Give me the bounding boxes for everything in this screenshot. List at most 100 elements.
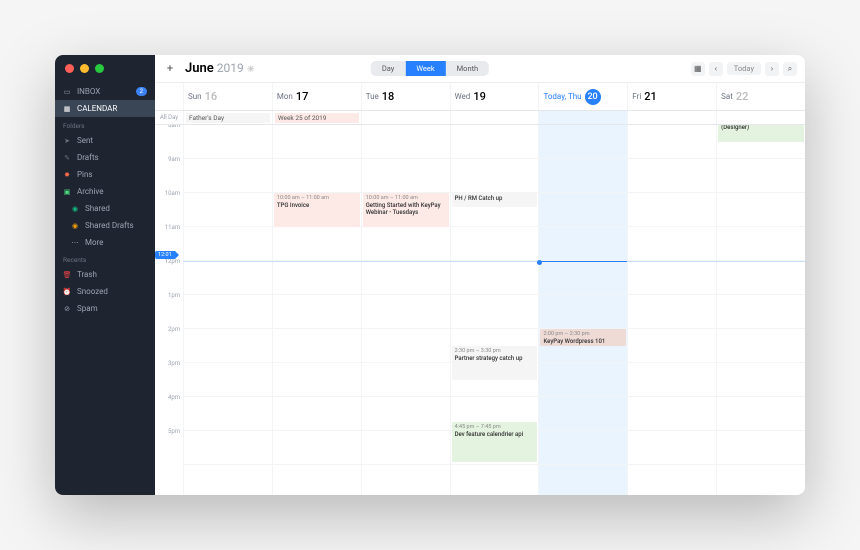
nav-drafts-label: Drafts (77, 153, 99, 162)
trash-icon: 🗑 (63, 271, 71, 279)
nav-snoozed[interactable]: ⏰ Snoozed (55, 283, 155, 300)
allday-mon[interactable]: Week 25 of 2019 (272, 111, 361, 124)
day-header-thu[interactable]: Today, Thu20 (538, 83, 627, 110)
search-icon[interactable]: ⌕ (783, 62, 797, 76)
now-badge-wrap: 12:01 (155, 256, 175, 264)
time-grid: 8am 9am 10am 11am 12pm 1pm 2pm 3pm 4pm 5… (155, 125, 805, 495)
hour-label: 1pm (155, 292, 183, 326)
archive-icon: ▣ (63, 188, 71, 196)
view-day[interactable]: Day (371, 61, 406, 76)
toolbar-right: ▦ ‹ Today › ⌕ (691, 62, 797, 76)
close-icon[interactable] (65, 64, 74, 73)
nav-inbox[interactable]: ▭ INBOX 2 (55, 83, 155, 100)
event-tpg-invoice[interactable]: 10:00 am – 11:00 amTPG Invoice (274, 193, 360, 227)
nav-sent-label: Sent (77, 136, 93, 145)
nav-spam[interactable]: ⊘ Spam (55, 300, 155, 317)
hour-label: 9am (155, 156, 183, 190)
main-area: + June 2019 ☀ Day Week Month ▦ ‹ Today ›… (155, 55, 805, 495)
day-header-fri[interactable]: Fri21 (627, 83, 716, 110)
day-header-mon[interactable]: Mon17 (272, 83, 361, 110)
allday-label: All Day (155, 111, 183, 124)
nav-sent[interactable]: ➤ Sent (55, 132, 155, 149)
spam-icon: ⊘ (63, 305, 71, 313)
nav-trash[interactable]: 🗑 Trash (55, 266, 155, 283)
nav-shared-drafts[interactable]: ◉Shared Drafts (55, 217, 155, 234)
days-grid: 10:00 am – 11:00 amTPG Invoice 10:00 am … (183, 125, 805, 495)
allday-event[interactable]: Week 25 of 2019 (275, 113, 359, 123)
year-label: 2019 (217, 61, 244, 75)
nav-pins[interactable]: ✸ Pins (55, 166, 155, 183)
hour-label: 4pm (155, 394, 183, 428)
allday-thu[interactable] (538, 111, 627, 124)
nav-snoozed-label: Snoozed (77, 287, 108, 296)
days-header: Sun16 Mon17 Tue18 Wed19 Today, Thu20 Fri… (155, 83, 805, 111)
nav-archive[interactable]: ▣ Archive (55, 183, 155, 200)
allday-row: All Day Father's Day Week 25 of 2019 (155, 111, 805, 125)
inbox-badge: 2 (136, 87, 147, 96)
allday-sat[interactable] (716, 111, 805, 124)
time-gutter: 8am 9am 10am 11am 12pm 1pm 2pm 3pm 4pm 5… (155, 125, 183, 495)
now-indicator (539, 261, 627, 262)
nav-drafts[interactable]: ✎ Drafts (55, 149, 155, 166)
day-col-sun[interactable] (183, 125, 272, 495)
allday-tue[interactable] (361, 111, 450, 124)
allday-wed[interactable] (450, 111, 539, 124)
nav-archive-label: Archive (77, 187, 103, 196)
add-event-button[interactable]: + (163, 62, 177, 76)
snooze-icon: ⏰ (63, 288, 71, 296)
pin-icon: ✸ (63, 171, 71, 179)
allday-sun[interactable]: Father's Day (183, 111, 272, 124)
month-label: June (185, 61, 214, 76)
grid-icon[interactable]: ▦ (691, 62, 705, 76)
nav-shared-drafts-label: Shared Drafts (85, 221, 134, 230)
day-col-tue[interactable]: 10:00 am – 11:00 amGetting Started with … (361, 125, 450, 495)
day-col-wed[interactable]: PH / RM Catch up 2:30 pm – 3:30 pmPartne… (450, 125, 539, 495)
event-webinar[interactable]: 10:00 am – 11:00 amGetting Started with … (363, 193, 449, 227)
section-recents: Recents (55, 251, 155, 266)
nav-calendar[interactable]: ▦ CALENDAR (55, 100, 155, 117)
today-button[interactable]: Today (727, 62, 761, 75)
day-col-mon[interactable]: 10:00 am – 11:00 amTPG Invoice (272, 125, 361, 495)
allday-event[interactable]: Father's Day (186, 113, 270, 123)
view-week[interactable]: Week (405, 61, 445, 76)
star-icon: ☀ (247, 65, 255, 75)
drafts-icon: ✎ (63, 154, 71, 162)
event-keypay-wp[interactable]: 2:00 pm – 2:30 pmKeyPay Wordpress 101 (540, 329, 626, 346)
day-header-sun[interactable]: Sun16 (183, 83, 272, 110)
sidebar: ▭ INBOX 2 ▦ CALENDAR Folders ➤ Sent ✎ Draf… (55, 55, 155, 495)
hour-label: 5pm (155, 428, 183, 462)
month-title: June 2019 ☀ (185, 61, 255, 76)
nav-pins-label: Pins (77, 170, 93, 179)
nav-calendar-label: CALENDAR (77, 104, 117, 113)
event-partner[interactable]: 2:30 pm – 3:30 pmPartner strategy catch … (452, 346, 538, 380)
section-folders: Folders (55, 117, 155, 132)
nav-more[interactable]: ⋯More (55, 234, 155, 251)
nav-trash-label: Trash (77, 270, 97, 279)
sent-icon: ➤ (63, 137, 71, 145)
day-header-sat[interactable]: Sat22 (716, 83, 805, 110)
day-header-tue[interactable]: Tue18 (361, 83, 450, 110)
hour-label: 3pm (155, 360, 183, 394)
topbar: + June 2019 ☀ Day Week Month ▦ ‹ Today ›… (155, 55, 805, 83)
day-col-sat[interactable]: 7:30 am – 8:30 amJonathan / Philippe Cha… (716, 125, 805, 495)
nav-inbox-label: INBOX (77, 87, 100, 96)
allday-fri[interactable] (627, 111, 716, 124)
day-col-thu[interactable]: 2:00 pm – 2:30 pmKeyPay Wordpress 101 (538, 125, 627, 495)
hour-label: 2pm (155, 326, 183, 360)
nav-spam-label: Spam (77, 304, 98, 313)
day-col-fri[interactable] (627, 125, 716, 495)
event-chat[interactable]: 7:30 am – 8:30 amJonathan / Philippe Cha… (718, 125, 804, 142)
nav-shared-label: Shared (85, 204, 110, 213)
next-button[interactable]: › (765, 62, 779, 76)
hour-label: 10am (155, 190, 183, 224)
view-month[interactable]: Month (446, 61, 490, 76)
event-ph-rm[interactable]: PH / RM Catch up (452, 193, 538, 207)
minimize-icon[interactable] (80, 64, 89, 73)
zoom-icon[interactable] (95, 64, 104, 73)
shared-icon: ◉ (71, 205, 79, 213)
day-header-wed[interactable]: Wed19 (450, 83, 539, 110)
nav-shared[interactable]: ◉ Shared (55, 200, 155, 217)
prev-button[interactable]: ‹ (709, 62, 723, 76)
event-dev[interactable]: 4:45 pm – 7:45 pmDev feature calendrier … (452, 422, 538, 462)
now-time-badge: 12:01 (155, 251, 175, 259)
